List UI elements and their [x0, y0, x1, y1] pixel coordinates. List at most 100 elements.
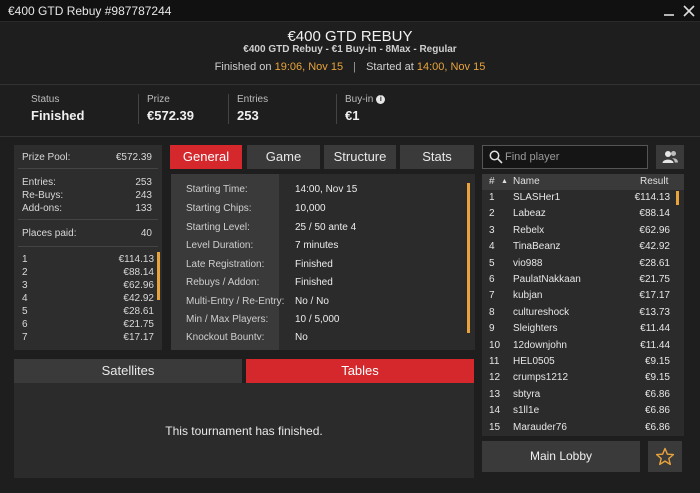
rebuys-value: 243: [135, 190, 152, 201]
entries-label: Entries:: [22, 177, 56, 188]
player-name: Rebelx: [513, 224, 545, 236]
payout-place: 7: [22, 332, 28, 343]
result-row[interactable]: 13 sbtyra €6.86: [482, 387, 674, 403]
general-info-clip: Knockout Bounty: No: [171, 330, 467, 340]
player-name: sbtyra: [513, 388, 541, 400]
player-name: 12downjohn: [513, 339, 567, 351]
result-row[interactable]: 6 PaulatNakkaan €21.75: [482, 272, 674, 288]
multi-entry-value: No / No: [295, 296, 329, 307]
general-info-scrollbar[interactable]: [467, 183, 470, 333]
result-row[interactable]: 2 Labeaz €88.14: [482, 206, 674, 222]
players-button[interactable]: [656, 145, 684, 169]
payout-amount: €17.17: [123, 332, 154, 343]
result-column-header[interactable]: Result: [640, 176, 668, 187]
minimize-icon[interactable]: [660, 2, 678, 20]
player-result: €9.15: [644, 372, 670, 384]
result-row[interactable]: 5 vio988 €28.61: [482, 256, 674, 272]
result-row[interactable]: 4 TinaBeanz €42.92: [482, 239, 674, 255]
player-rank: 10: [489, 339, 501, 351]
starting-time-value: 14:00, Nov 15: [295, 184, 358, 195]
result-row[interactable]: 8 cultureshock €13.73: [482, 305, 674, 321]
player-result: €21.75: [639, 274, 670, 285]
summary-divider: [18, 219, 158, 220]
tournament-times: Finished on 19:06, Nov 15 | Started at 1…: [0, 61, 700, 73]
started-time: 14:00, Nov 15: [416, 61, 486, 73]
header-divider: [0, 84, 700, 85]
starting-chips-value: 10,000: [295, 203, 326, 214]
player-rank: 3: [489, 224, 495, 236]
find-player-input[interactable]: [505, 147, 645, 167]
knockout-bounty-label: Knockout Bounty:: [186, 332, 265, 340]
tournament-title: €400 GTD REBUY: [287, 28, 413, 45]
player-name: Sleighters: [513, 323, 558, 335]
name-column-header[interactable]: Name: [513, 176, 540, 187]
payout-place: 2: [22, 267, 28, 278]
payout-place: 4: [22, 293, 28, 304]
player-result: €17.17: [639, 290, 670, 302]
search-icon: [489, 150, 503, 164]
player-rank: 4: [489, 241, 495, 253]
payout-place: 6: [22, 319, 28, 330]
places-paid-label: Places paid:: [22, 228, 77, 239]
prize-pool-label: Prize Pool:: [22, 152, 71, 163]
tab-stats[interactable]: Stats: [400, 145, 474, 169]
info-icon[interactable]: i: [376, 94, 386, 104]
player-rank: 2: [489, 208, 495, 220]
result-row[interactable]: 10 12downjohn €11.44: [482, 338, 674, 354]
main-lobby-button[interactable]: Main Lobby: [482, 441, 640, 472]
result-row[interactable]: 15 Marauder76 €6.86: [482, 420, 674, 436]
starting-level-value: 25 / 50 ante 4: [295, 222, 357, 233]
users-icon: [662, 151, 678, 163]
player-result: €28.61: [639, 257, 670, 269]
results-scrollbar[interactable]: [676, 191, 679, 205]
stat-divider: [336, 94, 337, 124]
player-rank: 15: [489, 421, 501, 433]
times-separator: |: [353, 61, 357, 73]
result-row[interactable]: 14 s1ll1e €6.86: [482, 403, 674, 419]
result-row[interactable]: 1 SLASHer1 €114.13: [482, 190, 674, 206]
player-name: crumps1212: [513, 372, 569, 384]
min-max-players-value: 10 / 5,000: [295, 314, 340, 325]
payout-row: 4 €42.92: [22, 293, 154, 304]
favorite-button[interactable]: [648, 441, 682, 472]
payout-place: 3: [22, 280, 28, 291]
tab-structure[interactable]: Structure: [324, 145, 396, 169]
player-rank: 12: [489, 372, 501, 384]
starting-time-label: Starting Time:: [186, 184, 248, 195]
late-registration-value: Finished: [295, 259, 333, 270]
entries-row: Entries: 253: [22, 177, 152, 188]
result-row[interactable]: 12 crumps1212 €9.15: [482, 370, 674, 386]
rank-column-header[interactable]: #: [489, 176, 495, 187]
player-result: €6.86: [644, 421, 670, 433]
player-result: €62.96: [639, 224, 670, 236]
result-row[interactable]: 9 Sleighters €11.44: [482, 321, 674, 337]
addons-row: Add-ons: 133: [22, 203, 152, 214]
player-name: kubjan: [513, 290, 543, 302]
player-rank: 5: [489, 257, 495, 269]
payout-amount: €28.61: [123, 306, 154, 317]
places-paid-row: Places paid: 40: [22, 228, 152, 239]
close-icon[interactable]: [680, 2, 698, 20]
tab-satellites[interactable]: Satellites: [14, 359, 242, 383]
tab-tables[interactable]: Tables: [246, 359, 474, 383]
player-result: €114.13: [634, 192, 670, 203]
status-label: Status: [31, 94, 60, 105]
prize-pool-value: €572.39: [115, 152, 152, 163]
status-value: Finished: [31, 108, 85, 123]
result-row[interactable]: 7 kubjan €17.17: [482, 288, 674, 304]
tab-general[interactable]: General: [170, 145, 242, 169]
result-row[interactable]: 11 HEL0505 €9.15: [482, 354, 674, 370]
sort-ascending-icon[interactable]: ▲: [501, 178, 508, 185]
stats-divider: [0, 136, 700, 137]
payouts-scrollbar[interactable]: [157, 252, 160, 300]
summary-divider: [18, 168, 158, 169]
payout-amount: €62.96: [123, 280, 154, 291]
tab-game[interactable]: Game: [247, 145, 320, 169]
payout-amount: €88.14: [123, 267, 154, 278]
addons-value: 133: [135, 203, 152, 214]
payout-place: 5: [22, 306, 28, 317]
player-rank: 8: [489, 306, 495, 318]
result-row[interactable]: 3 Rebelx €62.96: [482, 223, 674, 239]
player-result: €6.86: [644, 388, 670, 400]
payout-place: 1: [22, 254, 28, 265]
